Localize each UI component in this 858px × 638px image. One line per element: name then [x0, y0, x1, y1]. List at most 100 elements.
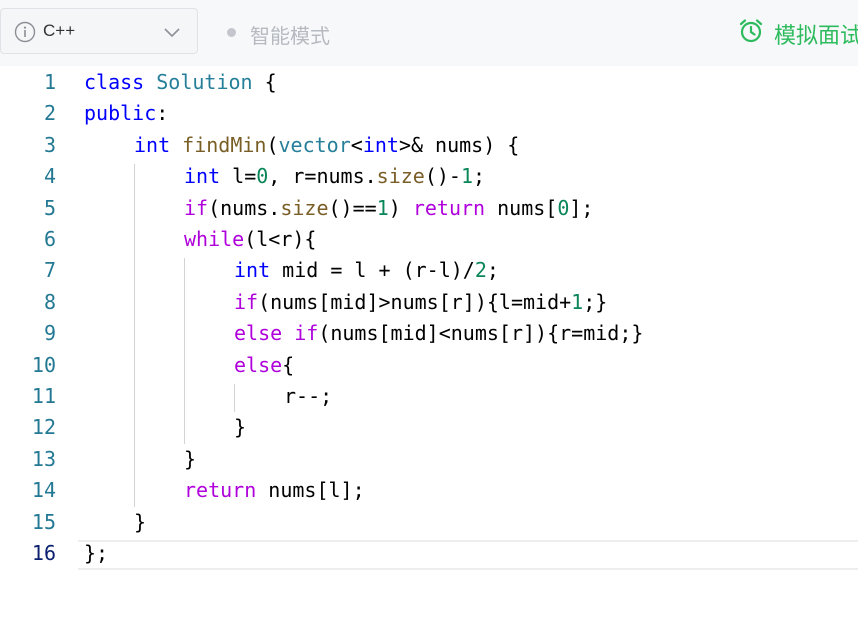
code-line: 11 r--; — [0, 381, 858, 412]
code-text: int findMin(vector<int>& nums) { — [134, 130, 519, 161]
code-line: 14 return nums[l]; — [0, 475, 858, 506]
code-text: } — [234, 412, 246, 443]
code-token: 0 — [557, 195, 570, 220]
code-token: 1 — [571, 289, 584, 314]
code-token: (nums. — [208, 195, 281, 220]
code-token: if — [184, 195, 209, 220]
mock-interview-label: 模拟面试 — [774, 24, 858, 49]
line-number: 4 — [43, 164, 56, 189]
code-token: (nums[mid]>nums[r]){l=mid+ — [258, 289, 572, 314]
code-token: 0 — [256, 164, 269, 189]
code-text: if(nums.size()==1) return nums[0]; — [184, 193, 593, 224]
code-text: r--; — [284, 381, 332, 412]
smart-mode-toggle[interactable]: 智能模式 — [250, 20, 330, 49]
code-line: 13} — [0, 444, 858, 475]
mode-indicator-dot — [227, 28, 236, 37]
code-token: : — [156, 101, 169, 126]
code-token: while — [184, 227, 245, 251]
line-number: 1 — [43, 70, 56, 94]
line-number: 2 — [43, 101, 56, 126]
code-token: ()- — [424, 164, 461, 189]
code-token: (l<r){ — [244, 227, 317, 251]
code-text: if(nums[mid]>nums[r]){l=mid+1;} — [234, 287, 607, 318]
line-number: 9 — [43, 321, 56, 346]
code-token: 2 — [474, 258, 487, 283]
code-line: 3 int findMin(vector<int>& nums) { — [0, 130, 858, 161]
code-token: findMin — [182, 132, 267, 157]
code-token: Solution — [156, 70, 253, 94]
code-token: int — [134, 132, 171, 157]
code-line: 7 int mid = l + (r-l)/2; — [0, 255, 858, 286]
code-editor[interactable]: 1 class Solution {2 public: 3 int findMin(ve… — [0, 66, 858, 638]
code-token: , r=nums. — [268, 164, 377, 189]
code-token: public — [84, 101, 157, 126]
code-token: 1 — [460, 164, 474, 189]
code-token: } — [234, 415, 247, 440]
code-token: < — [350, 132, 363, 157]
code-text: int l=0, r=nums.size()-1; — [184, 161, 485, 192]
code-token: l= — [220, 164, 257, 189]
code-token: int — [234, 258, 271, 283]
code-token: (nums[mid]<nums[r]){r=mid;} — [318, 321, 644, 346]
code-text: class Solution { — [84, 67, 277, 98]
code-text: else{ — [234, 350, 294, 381]
line-number: 8 — [43, 289, 56, 314]
code-token: ) — [388, 195, 413, 220]
code-token: ()== — [328, 195, 377, 220]
line-number: 3 — [43, 132, 56, 157]
code-text: }; — [84, 538, 108, 569]
line-number: 14 — [31, 478, 56, 503]
code-text: else if(nums[mid]<nums[r]){r=mid;} — [234, 318, 643, 349]
line-number: 16 — [31, 541, 56, 565]
code-line: 15} — [0, 507, 858, 538]
code-line: 10 else{ — [0, 350, 858, 381]
language-select[interactable]: C++ — [0, 8, 198, 54]
code-line: 5 if(nums.size()==1) return nums[0]; — [0, 193, 858, 224]
code-token: { — [282, 352, 295, 377]
code-text: public: — [84, 98, 168, 129]
code-line: 6 while(l<r){ — [0, 224, 858, 255]
line-number: 5 — [43, 195, 56, 220]
line-number: 6 — [43, 227, 56, 251]
line-number: 10 — [31, 352, 56, 377]
code-token: return — [184, 478, 257, 503]
line-number: 12 — [31, 415, 56, 440]
code-token: ]; — [569, 195, 594, 220]
code-token: }; — [84, 541, 109, 565]
code-token: vector — [278, 132, 351, 157]
code-token: if — [294, 321, 319, 346]
code-token: class — [84, 70, 145, 94]
code-token: size — [280, 195, 329, 220]
code-token: mid = l + (r-l)/ — [270, 258, 475, 283]
code-token: int — [362, 132, 399, 157]
editor-toolbar: C++ 智能模式 模拟面试 — [0, 0, 858, 67]
alarm-clock-icon — [739, 19, 763, 43]
code-token: else — [234, 321, 283, 346]
code-text: } — [134, 507, 146, 538]
code-line: 9 else if(nums[mid]<nums[r]){r=mid;} — [0, 318, 858, 349]
code-token: else — [234, 352, 283, 377]
code-token: >& nums) { — [398, 132, 520, 157]
code-token: { — [252, 70, 277, 94]
code-token: return — [412, 195, 486, 220]
code-token: int — [184, 164, 221, 189]
code-text: return nums[l]; — [184, 475, 365, 506]
code-text: int mid = l + (r-l)/2; — [234, 255, 499, 286]
code-text: } — [184, 444, 196, 475]
code-token: nums[l]; — [256, 478, 365, 503]
code-token: } — [134, 509, 147, 534]
line-number: 7 — [43, 258, 56, 283]
code-line: 12} — [0, 412, 858, 443]
code-token: ; — [486, 258, 499, 283]
code-token: ( — [266, 132, 279, 157]
code-line: 2 public: — [0, 98, 858, 129]
code-token: } — [184, 446, 197, 471]
info-icon — [14, 21, 36, 43]
code-token: 1 — [376, 195, 389, 220]
code-token: r--; — [284, 384, 333, 408]
code-line: 4 int l=0, r=nums.size()-1; — [0, 161, 858, 192]
code-token: ;} — [583, 289, 608, 314]
language-label: C++ — [43, 21, 76, 40]
